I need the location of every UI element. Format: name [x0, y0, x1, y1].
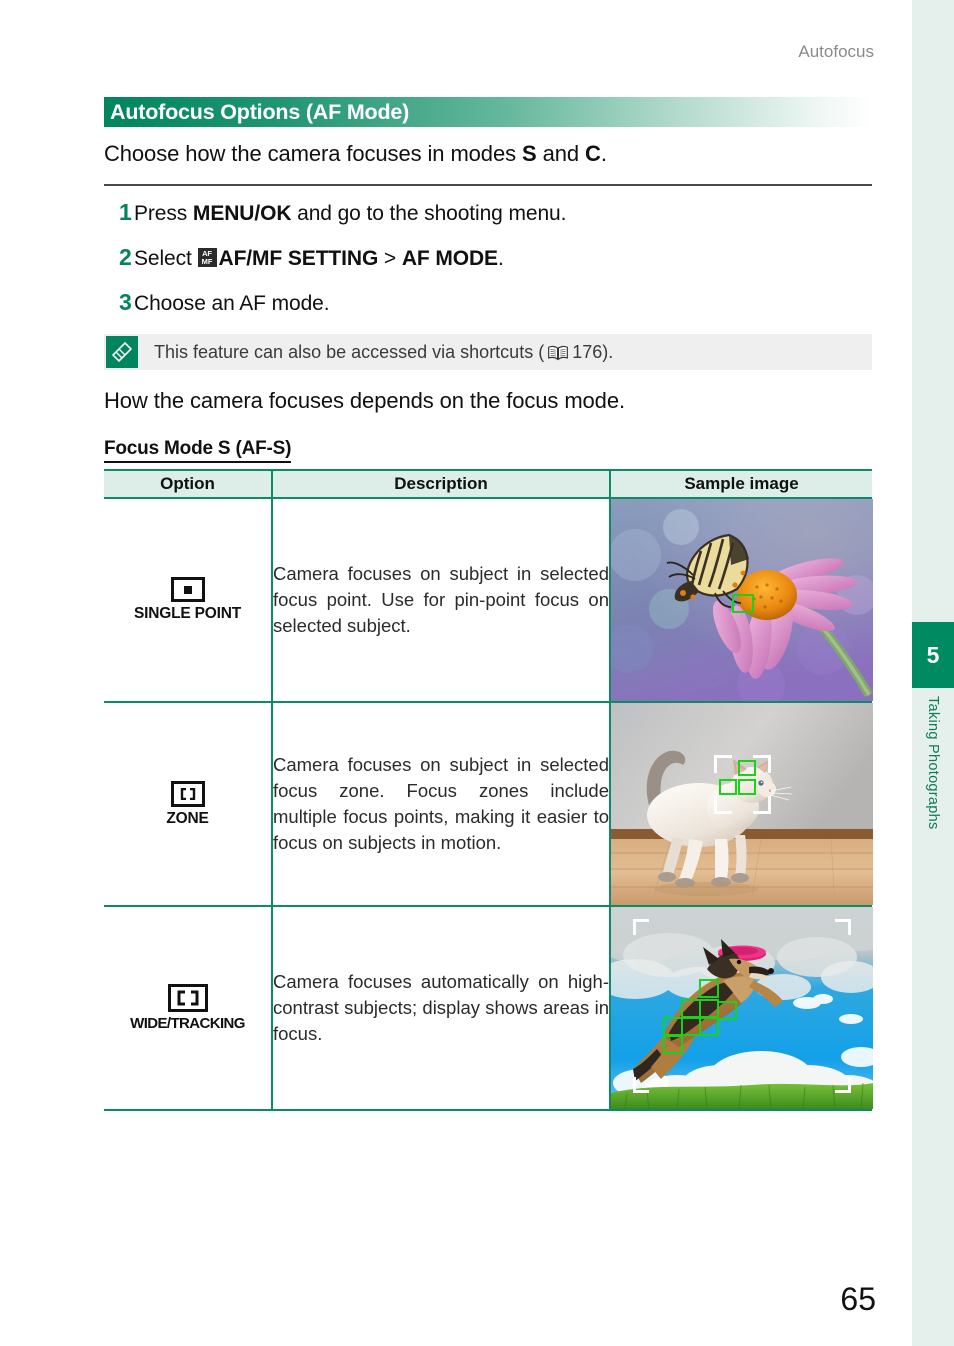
menu-path-separator: >	[378, 247, 402, 270]
chapter-title-text: Taking Photographs	[925, 696, 941, 830]
af-point-box	[699, 979, 719, 998]
zone-bracket-bottom-right	[753, 796, 771, 814]
af-point-box	[663, 1017, 683, 1036]
chapter-number-badge: 5	[912, 622, 954, 688]
intro-prefix: Choose how the camera focuses in modes	[104, 141, 522, 166]
option-label: WIDE/TRACKING	[130, 1015, 245, 1032]
focus-mode-lead: How the camera focuses depends on the fo…	[104, 388, 625, 413]
description-cell: Camera focuses on subject in selected fo…	[271, 498, 611, 703]
step-prefix: Press	[134, 202, 193, 225]
section-intro: Choose how the camera focuses in modes S…	[104, 141, 872, 167]
wide-brackets-glyph	[177, 990, 198, 1006]
step-suffix: .	[497, 247, 504, 270]
butterfly-on-coneflower-sample	[611, 499, 873, 701]
sample-photo-cat	[611, 703, 873, 905]
intro-suffix: .	[600, 141, 607, 166]
menu-ok-button-label: MENU/OK	[192, 202, 292, 225]
af-mf-icon-bottom: MF	[201, 256, 213, 266]
step-number: 3	[119, 289, 132, 315]
step-text: Select AF MF AF/MF SETTING > AF MODE.	[134, 247, 504, 271]
content-column: Autofocus Options (AF Mode) Choose how t…	[104, 0, 873, 1111]
zone-bracket-top-left	[714, 755, 732, 773]
focus-mode-subheading: Focus Mode S (AF-S)	[104, 438, 291, 463]
single-point-af-icon	[170, 577, 205, 602]
table-header: Option Description Sample image	[104, 469, 872, 499]
table-row: SINGLE POINT Camera focuses on subject i…	[104, 498, 873, 703]
option-label: ZONE	[166, 809, 209, 827]
step-text: Press MENU/OK and go to the shooting men…	[134, 202, 566, 226]
step-text: Choose an AF mode.	[134, 292, 330, 315]
sample-photo-dog	[611, 907, 873, 1109]
description-cell: Camera focuses on subject in selected fo…	[271, 702, 611, 907]
tip-text-before: This feature can also be accessed via sh…	[154, 341, 545, 362]
tip-note-box: This feature can also be accessed via sh…	[104, 334, 872, 370]
zone-af-icon	[170, 780, 205, 807]
af-point-box	[681, 1017, 701, 1036]
step-prefix: Select	[134, 247, 198, 270]
description-cell: Camera focuses automatically on high-con…	[271, 906, 611, 1111]
af-point-box	[681, 999, 701, 1018]
zone-bracket-bottom-left	[714, 796, 732, 814]
mode-c-label: C	[585, 141, 601, 166]
step-item-3: 3 Choose an AF mode.	[104, 289, 872, 316]
option-cell-single-point: SINGLE POINT	[104, 498, 272, 703]
note-tip-glyph	[112, 342, 132, 362]
table-row: ZONE Camera focuses on subject in select…	[104, 702, 873, 907]
table-row: WIDE/TRACKING Camera focuses automatical…	[104, 906, 873, 1111]
wide-bracket-bottom-left	[633, 1077, 649, 1093]
dog-catching-frisbee-sample	[611, 907, 873, 1109]
tip-text: This feature can also be accessed via sh…	[154, 342, 613, 363]
af-point-box	[699, 1017, 719, 1036]
wide-bracket-top-left	[633, 919, 649, 935]
column-header-sample: Sample image	[610, 469, 872, 499]
af-point-box	[738, 779, 756, 795]
zone-brackets-glyph	[180, 787, 195, 800]
horizontal-rule	[104, 184, 872, 186]
step-suffix: and go to the shooting menu.	[291, 202, 567, 225]
column-header-description: Description	[271, 469, 611, 499]
step-list: 1 Press MENU/OK and go to the shooting m…	[104, 199, 872, 316]
intro-conjunction: and	[536, 141, 586, 166]
book-reference-icon	[548, 345, 569, 360]
af-point-box	[732, 594, 754, 613]
af-point-box	[738, 760, 756, 776]
step-number: 2	[119, 244, 132, 270]
step-number: 1	[119, 199, 132, 225]
af-point-box	[719, 779, 737, 795]
option-label: SINGLE POINT	[134, 605, 241, 622]
wide-tracking-af-icon	[167, 984, 208, 1012]
tip-page-reference: 176	[572, 341, 603, 362]
wide-bracket-bottom-right	[835, 1077, 851, 1093]
section-title-bar: Autofocus Options (AF Mode)	[104, 97, 872, 127]
manual-page: 5 Taking Photographs Autofocus Autofocus…	[0, 0, 954, 1346]
page-title: Autofocus Options (AF Mode)	[110, 99, 410, 124]
note-tip-icon	[106, 336, 138, 368]
af-mf-setting-label: AF/MF SETTING	[218, 247, 379, 270]
wide-bracket-top-right	[835, 919, 851, 935]
column-header-option: Option	[104, 469, 272, 499]
option-cell-wide-tracking: WIDE/TRACKING	[104, 906, 272, 1111]
table-header-row: Option Description Sample image	[104, 469, 872, 499]
tip-text-after: ).	[602, 341, 614, 362]
af-mode-label: AF MODE	[401, 247, 498, 270]
chapter-title-vertical: Taking Photographs	[912, 688, 954, 948]
af-mf-setting-icon: AF MF	[197, 248, 217, 267]
step-item-2: 2 Select AF MF AF/MF SETTING > AF MODE.	[104, 244, 872, 271]
table-body: SINGLE POINT Camera focuses on subject i…	[104, 498, 873, 1111]
mode-s-label: S	[522, 141, 537, 166]
option-cell-zone: ZONE	[104, 702, 272, 907]
af-point-box	[699, 999, 719, 1018]
walking-cat-sample	[611, 703, 873, 905]
af-mode-table: Option Description Sample image SINGLE P…	[104, 469, 873, 1111]
sample-image-cell	[610, 498, 873, 703]
step-item-1: 1 Press MENU/OK and go to the shooting m…	[104, 199, 872, 226]
sample-image-cell	[610, 702, 873, 907]
sample-image-cell	[610, 906, 873, 1111]
af-point-box	[717, 1001, 737, 1020]
af-point-box	[663, 1035, 683, 1054]
page-number: 65	[840, 1281, 876, 1317]
